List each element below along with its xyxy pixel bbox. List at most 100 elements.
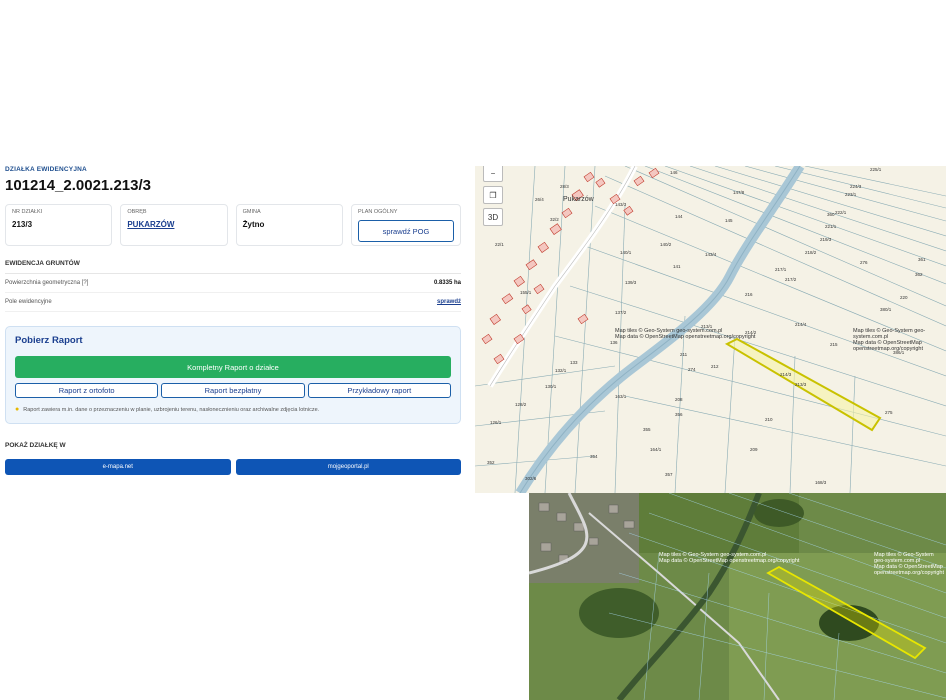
svg-text:128/2: 128/2 xyxy=(515,402,527,407)
svg-text:208: 208 xyxy=(675,397,683,402)
svg-text:274: 274 xyxy=(688,367,696,372)
svg-text:217/1: 217/1 xyxy=(775,267,787,272)
svg-text:275: 275 xyxy=(885,410,893,415)
row-label: Powierzchnia geometryczna [?] xyxy=(5,280,89,286)
svg-text:212: 212 xyxy=(711,364,719,369)
svg-text:32/2: 32/2 xyxy=(550,217,559,222)
attribution-tiles: Map tiles © Geo-System geo-system.com.pl xyxy=(853,328,926,340)
card-precinct: OBRĘB PUKARZÓW xyxy=(120,204,228,246)
parcel-header-label: DZIAŁKA EWIDENCYJNA xyxy=(5,166,87,173)
mojgeoportal-button[interactable]: mojgeoportal.pl xyxy=(235,459,461,475)
svg-text:380/1: 380/1 xyxy=(880,307,892,312)
report-options: Raport z ortofoto Raport bezpłatny Przyk… xyxy=(15,383,451,398)
svg-text:168/3: 168/3 xyxy=(815,480,827,485)
card-label: PLAN OGÓLNY xyxy=(357,209,398,215)
card-parcel-number: NR DZIAŁKI 213/3 xyxy=(5,204,113,246)
svg-text:163/1: 163/1 xyxy=(615,394,627,399)
orthophoto-map[interactable]: Map tiles © Geo-System geo-system.com.pl… xyxy=(529,493,946,700)
svg-text:211: 211 xyxy=(680,352,688,357)
svg-text:143/4: 143/4 xyxy=(705,252,717,257)
ortho-report-button[interactable]: Raport z ortofoto xyxy=(15,383,159,398)
report-note-text: Raport zawiera m.in. dane o przeznaczeni… xyxy=(23,406,320,413)
svg-text:143/3: 143/3 xyxy=(615,202,627,207)
map-attribution-right: Map tiles © Geo-System geo-system.com.pl… xyxy=(853,328,946,352)
report-title: Pobierz Raport xyxy=(15,335,83,346)
svg-text:222/1: 222/1 xyxy=(835,210,847,215)
svg-text:139/3: 139/3 xyxy=(625,280,637,285)
svg-text:147/8: 147/8 xyxy=(733,190,745,195)
svg-text:164/1: 164/1 xyxy=(650,447,662,452)
svg-text:302/6: 302/6 xyxy=(525,476,537,481)
village-label: Pukarzów xyxy=(563,196,595,203)
svg-text:276: 276 xyxy=(860,260,868,265)
card-label: OBRĘB xyxy=(127,209,147,215)
svg-text:133: 133 xyxy=(570,360,578,365)
lightbulb-icon: ● xyxy=(15,406,20,413)
map-attribution: Map tiles © Geo-System geo-system.com.pl… xyxy=(615,328,755,340)
svg-text:126/1: 126/1 xyxy=(490,420,502,425)
svg-text:215: 215 xyxy=(830,342,838,347)
svg-text:221/1: 221/1 xyxy=(825,224,837,229)
layers-button[interactable]: ❐ xyxy=(483,186,503,204)
attribution-tiles: Map tiles © Geo-System geo-system.com.pl xyxy=(874,552,934,564)
svg-text:130/1: 130/1 xyxy=(545,384,557,389)
full-report-button[interactable]: Kompletny Raport o działce xyxy=(15,356,451,378)
layers-icon: ❐ xyxy=(489,190,497,200)
svg-text:360: 360 xyxy=(827,212,835,217)
card-value: Żytno xyxy=(242,220,265,229)
svg-text:357: 357 xyxy=(665,472,673,477)
svg-text:354: 354 xyxy=(590,454,598,459)
3d-button[interactable]: 3D xyxy=(483,208,503,226)
svg-text:224/3: 224/3 xyxy=(850,184,862,189)
show-parcel-heading: POKAŻ DZIAŁKĘ W xyxy=(5,442,66,449)
svg-text:217/2: 217/2 xyxy=(785,277,797,282)
svg-text:214/3: 214/3 xyxy=(780,372,792,377)
area-row: Powierzchnia geometryczna [?] 0.8335 ha xyxy=(5,274,461,293)
card-value: 213/3 xyxy=(12,220,33,229)
svg-text:145: 145 xyxy=(725,218,733,223)
svg-text:136: 136 xyxy=(610,340,618,345)
registry-area-row: Pole ewidencyjne sprawdź xyxy=(5,293,461,312)
attribution-data: Map data © OpenStreetMap openstreetmap.o… xyxy=(874,564,945,576)
svg-text:22/1: 22/1 xyxy=(495,242,504,247)
card-general-plan: PLAN OGÓLNY sprawdź POG xyxy=(350,204,461,246)
svg-text:210: 210 xyxy=(765,417,773,422)
free-report-button[interactable]: Raport bezpłatny xyxy=(161,383,305,398)
cadastral-map[interactable]: 146 147/8 144 145 143/4 141 140/2 139/3 137/2 … xyxy=(475,166,946,493)
svg-text:140/1: 140/1 xyxy=(620,250,632,255)
svg-text:352: 352 xyxy=(487,460,495,465)
svg-text:356: 356 xyxy=(675,412,683,417)
parcel-cards: NR DZIAŁKI 213/3 OBRĘB PUKARZÓW GMINA Ży… xyxy=(5,204,461,246)
check-pog-button[interactable]: sprawdź POG xyxy=(357,220,454,242)
svg-text:132/1: 132/1 xyxy=(555,368,567,373)
minus-icon: − xyxy=(490,168,496,178)
svg-text:146: 146 xyxy=(670,170,678,175)
zoom-out-button[interactable]: − xyxy=(483,166,503,182)
ortho-attribution: Map tiles © Geo-System geo-system.com.pl… xyxy=(659,552,799,564)
emapa-button[interactable]: e-mapa.net xyxy=(5,459,231,475)
report-note: ● Raport zawiera m.in. dane o przeznacze… xyxy=(15,406,451,413)
ortho-attribution-right: Map tiles © Geo-System geo-system.com.pl… xyxy=(874,552,946,576)
svg-text:225/1: 225/1 xyxy=(870,167,882,172)
check-link[interactable]: sprawdź xyxy=(437,299,461,305)
attribution-data: Map data © OpenStreetMap openstreetmap.o… xyxy=(853,340,924,352)
svg-text:26/4: 26/4 xyxy=(535,197,544,202)
land-registry-heading: EWIDENCJA GRUNTÓW xyxy=(5,260,461,274)
svg-text:216: 216 xyxy=(745,292,753,297)
svg-text:355: 355 xyxy=(643,427,651,432)
svg-text:213/3: 213/3 xyxy=(795,382,807,387)
svg-text:362: 362 xyxy=(915,272,923,277)
svg-text:361: 361 xyxy=(918,257,926,262)
attribution-data: Map data © OpenStreetMap openstreetmap.o… xyxy=(659,558,800,564)
svg-text:219/3: 219/3 xyxy=(820,237,832,242)
card-label: GMINA xyxy=(242,209,261,215)
precinct-link[interactable]: PUKARZÓW xyxy=(127,220,220,229)
row-label: Pole ewidencyjne xyxy=(5,299,52,305)
report-box: Pobierz Raport Kompletny Raport o działc… xyxy=(5,326,461,424)
svg-text:218/2: 218/2 xyxy=(805,250,817,255)
svg-text:209: 209 xyxy=(750,447,758,452)
external-map-buttons: e-mapa.net mojgeoportal.pl xyxy=(5,459,461,475)
svg-text:155/1: 155/1 xyxy=(520,290,532,295)
card-label: NR DZIAŁKI xyxy=(12,209,43,215)
sample-report-button[interactable]: Przykładowy raport xyxy=(307,383,451,398)
